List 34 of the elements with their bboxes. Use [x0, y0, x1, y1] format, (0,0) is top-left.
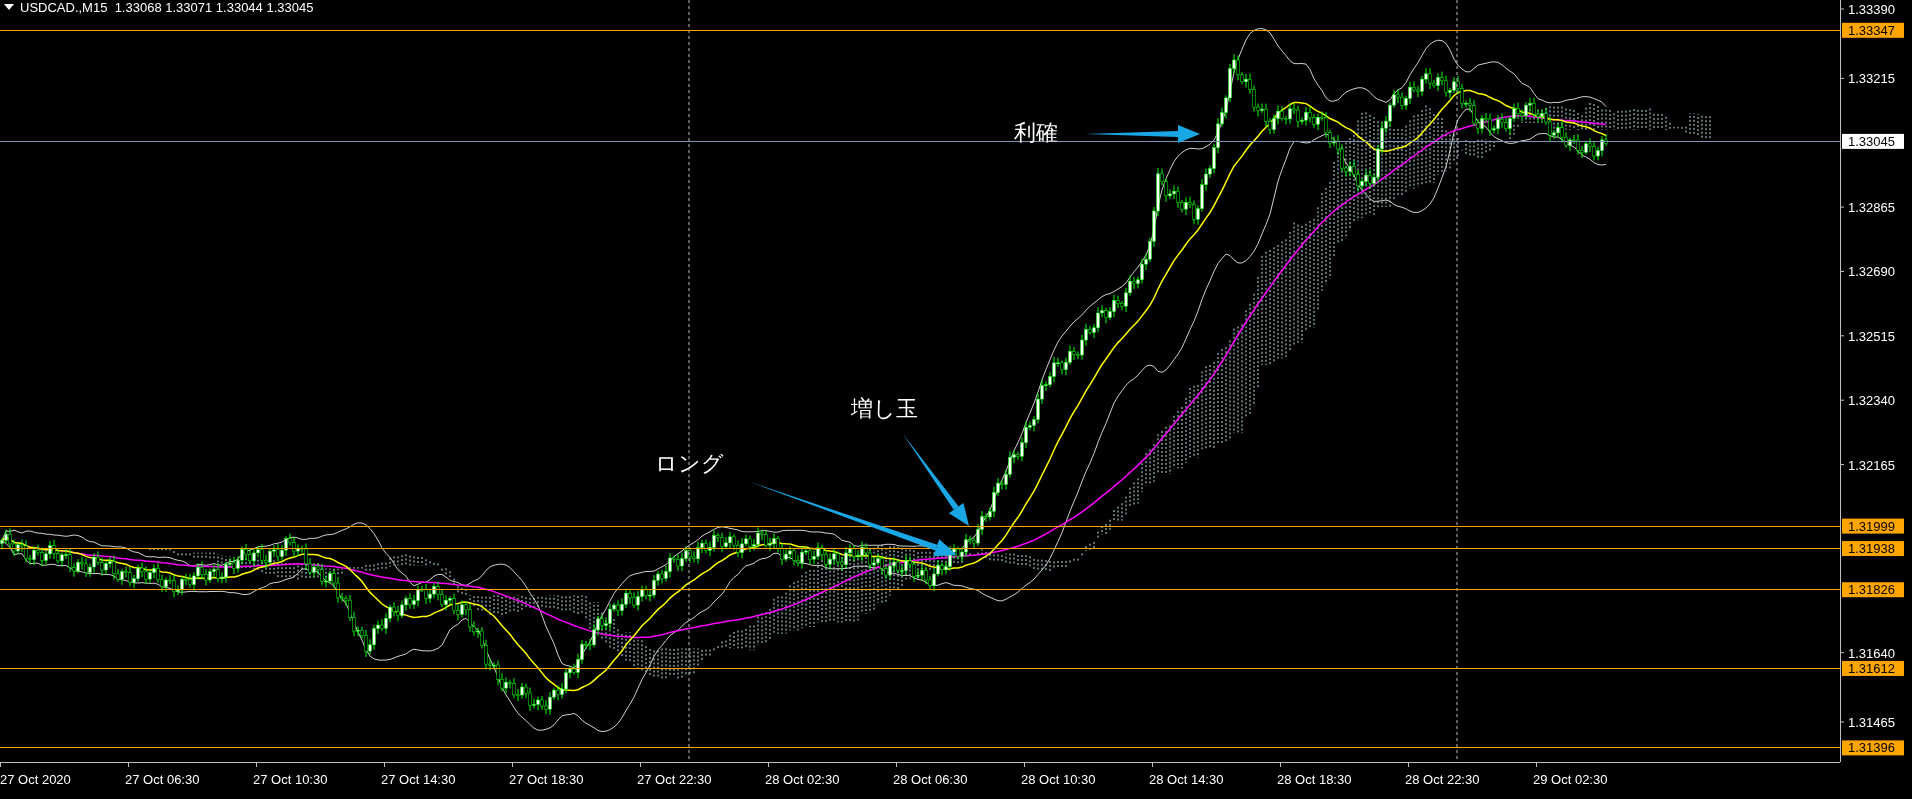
time-tick-label: 27 Oct 10:30: [253, 772, 328, 787]
price-tick-label: 1.33390: [1848, 2, 1895, 17]
time-tick-label: 28 Oct 10:30: [1021, 772, 1096, 787]
price-tag: 1.31396: [1842, 740, 1904, 756]
time-tick-label: 28 Oct 06:30: [893, 772, 968, 787]
price-tag: 1.31826: [1842, 582, 1904, 598]
price-tick-label: 1.32165: [1848, 457, 1895, 473]
annotation-label: 増し玉: [850, 396, 918, 421]
time-tick-label: 27 Oct 22:30: [637, 772, 712, 787]
dropdown-caret-icon[interactable]: [4, 4, 14, 10]
price-tick-label: 1.32340: [1848, 393, 1895, 409]
price-tick-label: 1.31465: [1848, 715, 1895, 730]
time-tick-label: 28 Oct 18:30: [1277, 772, 1352, 787]
price-tag: 1.31999: [1842, 518, 1904, 534]
time-tick-label: 28 Oct 02:30: [765, 772, 840, 787]
chart-symbol-title: USDCAD.,M15 1.33068 1.33071 1.33044 1.33045: [20, 0, 314, 15]
price-tag: 1.33347: [1842, 22, 1904, 38]
time-tick-label: 28 Oct 14:30: [1149, 772, 1224, 787]
price-tag: 1.31938: [1842, 541, 1904, 557]
price-tick-label: 1.32865: [1848, 200, 1895, 216]
price-tag: 1.33045: [1842, 133, 1904, 149]
price-tick-label: 1.32515: [1848, 328, 1895, 344]
price-tick-label: 1.31640: [1848, 645, 1895, 661]
price-tick-label: 1.32690: [1848, 264, 1895, 280]
price-tag: 1.31612: [1842, 660, 1904, 676]
time-tick-label: 28 Oct 22:30: [1405, 772, 1480, 787]
time-tick-label: 27 Oct 2020: [0, 772, 71, 787]
time-tick-label: 27 Oct 18:30: [509, 772, 584, 787]
price-tick-label: 1.33215: [1848, 71, 1895, 87]
time-tick-label: 27 Oct 06:30: [125, 772, 200, 787]
annotation-label: 利確: [1014, 120, 1058, 145]
time-tick-label: 29 Oct 02:30: [1533, 772, 1608, 787]
time-tick-label: 27 Oct 14:30: [381, 772, 456, 787]
annotation-label: ロング: [654, 451, 724, 476]
